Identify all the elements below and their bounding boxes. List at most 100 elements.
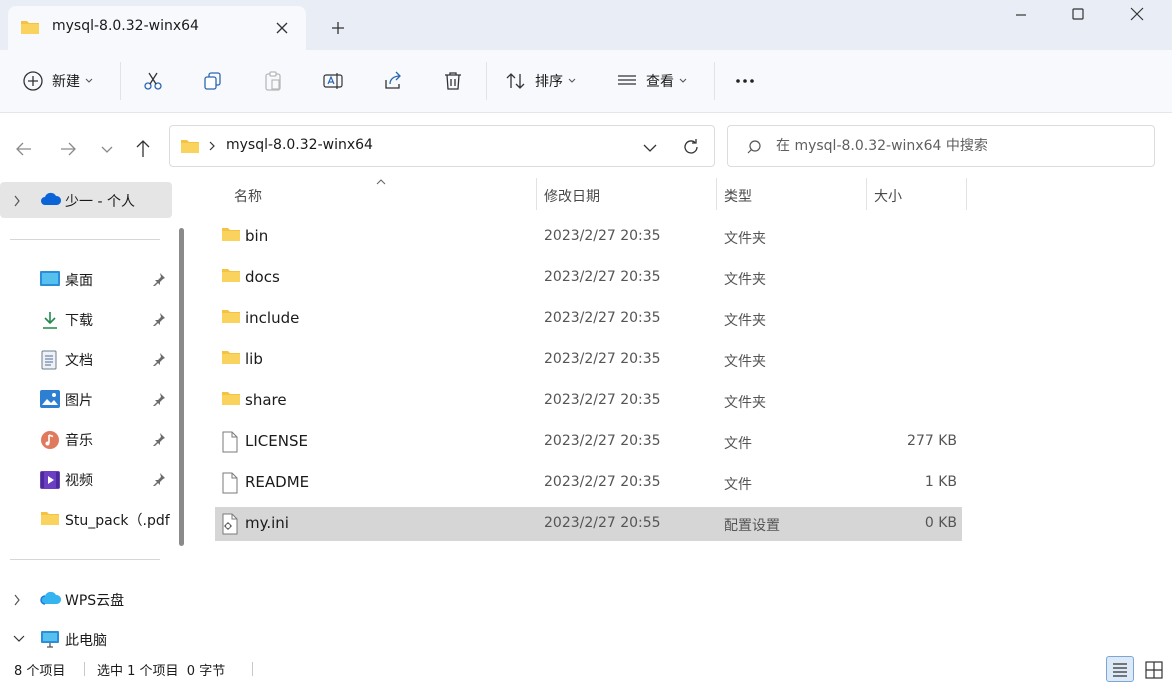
sidebar-item-music[interactable]: 音乐	[0, 421, 172, 457]
file-name: LICENSE	[245, 432, 308, 450]
computer-icon	[40, 630, 60, 648]
pin-icon[interactable]	[152, 312, 166, 326]
chevron-down-icon	[568, 78, 576, 84]
new-button[interactable]: 新建	[22, 64, 93, 98]
table-row[interactable]: bin 2023/2/27 20:35 文件夹	[215, 220, 962, 254]
chevron-down-icon	[679, 78, 687, 84]
view-lines-icon	[616, 70, 638, 92]
pin-icon[interactable]	[152, 432, 166, 446]
pin-icon[interactable]	[152, 352, 166, 366]
folder-icon	[40, 510, 60, 526]
folder-icon	[221, 308, 241, 324]
maximize-icon[interactable]	[1061, 4, 1095, 26]
sidebar-item-onedrive-personal[interactable]: 少一 - 个人	[0, 182, 172, 218]
sidebar-item-downloads[interactable]: 下载	[0, 301, 172, 337]
toolbar-divider	[120, 62, 121, 100]
sidebar-item-videos[interactable]: 视频	[0, 461, 172, 497]
search-icon	[746, 139, 762, 155]
table-row[interactable]: include 2023/2/27 20:35 文件夹	[215, 302, 962, 336]
sidebar-item-label: 图片	[65, 393, 93, 409]
table-row-selected[interactable]: my.ini 2023/2/27 20:55 配置设置 0 KB	[215, 507, 962, 541]
copy-button[interactable]	[202, 64, 224, 98]
file-date: 2023/2/27 20:55	[544, 515, 661, 531]
table-row[interactable]: README 2023/2/27 20:35 文件 1 KB	[215, 466, 962, 500]
search-box[interactable]	[727, 125, 1155, 167]
pin-icon[interactable]	[152, 272, 166, 286]
forward-arrow-icon[interactable]	[56, 137, 80, 161]
status-divider	[252, 662, 253, 676]
config-file-icon	[221, 513, 239, 535]
close-tab-icon[interactable]	[272, 18, 292, 38]
column-divider[interactable]	[966, 178, 967, 210]
toolbar-divider	[714, 62, 715, 100]
file-type: 文件夹	[724, 231, 766, 247]
table-row[interactable]: share 2023/2/27 20:35 文件夹	[215, 384, 962, 418]
copy-icon	[202, 70, 224, 92]
cut-button[interactable]	[142, 64, 164, 98]
refresh-icon[interactable]	[680, 136, 702, 158]
minimize-icon[interactable]	[1004, 4, 1038, 26]
file-type: 文件夹	[724, 313, 766, 329]
close-window-icon[interactable]	[1120, 4, 1154, 26]
column-divider[interactable]	[866, 178, 867, 210]
tiles-view-icon[interactable]	[1140, 656, 1168, 682]
share-icon	[382, 70, 404, 92]
table-row[interactable]: docs 2023/2/27 20:35 文件夹	[215, 261, 962, 295]
address-path[interactable]: mysql-8.0.32-winx64	[226, 137, 373, 153]
sidebar-item-desktop[interactable]: 桌面	[0, 261, 172, 297]
paste-button[interactable]	[262, 64, 284, 98]
sidebar-item-wps-cloud[interactable]: WPS云盘	[0, 581, 172, 617]
pin-icon[interactable]	[152, 392, 166, 406]
sidebar-item-this-pc[interactable]: 此电脑	[0, 621, 172, 657]
share-button[interactable]	[382, 64, 404, 98]
sidebar-scrollbar[interactable]	[179, 228, 184, 546]
sort-button-label: 排序	[535, 74, 563, 90]
chevron-right-icon[interactable]	[208, 140, 216, 152]
command-bar: 新建 排序 查看	[0, 50, 1172, 112]
new-tab-icon[interactable]	[326, 16, 350, 40]
column-header-name[interactable]: 名称	[234, 186, 262, 212]
column-header-size[interactable]: 大小	[874, 186, 902, 212]
column-header-date[interactable]: 修改日期	[544, 186, 600, 212]
back-arrow-icon[interactable]	[12, 137, 36, 161]
address-dropdown-icon[interactable]	[640, 138, 660, 158]
search-input[interactable]	[776, 135, 1136, 157]
chevron-right-icon[interactable]	[13, 195, 21, 207]
table-row[interactable]: lib 2023/2/27 20:35 文件夹	[215, 343, 962, 377]
file-date: 2023/2/27 20:35	[544, 433, 661, 449]
folder-icon	[221, 226, 241, 242]
more-options-button[interactable]	[734, 64, 756, 98]
toolbar-divider	[486, 62, 487, 100]
chevron-down-icon[interactable]	[13, 634, 25, 644]
address-bar[interactable]: mysql-8.0.32-winx64	[169, 125, 715, 167]
rename-icon	[322, 70, 344, 92]
column-header-type[interactable]: 类型	[724, 186, 752, 212]
plus-circle-icon	[22, 70, 44, 92]
delete-button[interactable]	[442, 64, 464, 98]
new-button-label: 新建	[52, 74, 80, 90]
table-row[interactable]: LICENSE 2023/2/27 20:35 文件 277 KB	[215, 425, 962, 459]
view-button[interactable]: 查看	[616, 64, 687, 98]
sidebar-item-pictures[interactable]: 图片	[0, 381, 172, 417]
music-icon	[40, 430, 60, 450]
pin-icon[interactable]	[152, 472, 166, 486]
file-type: 文件夹	[724, 395, 766, 411]
picture-icon	[40, 390, 60, 408]
column-divider[interactable]	[716, 178, 717, 210]
column-divider[interactable]	[536, 178, 537, 210]
chevron-right-icon[interactable]	[13, 594, 21, 606]
details-view-icon[interactable]	[1106, 656, 1134, 682]
sidebar-item-documents[interactable]: 文档	[0, 341, 172, 377]
file-date: 2023/2/27 20:35	[544, 351, 661, 367]
scissors-icon	[142, 70, 164, 92]
file-type: 文件	[724, 477, 752, 493]
tab-mysql[interactable]: mysql-8.0.32-winx64	[8, 6, 306, 50]
rename-button[interactable]	[322, 64, 344, 98]
file-name: bin	[245, 227, 269, 245]
file-name: README	[245, 473, 310, 491]
sidebar-item-stu-pack[interactable]: Stu_pack（.pdf	[0, 501, 172, 537]
recent-chevron-down-icon[interactable]	[96, 137, 120, 161]
up-arrow-icon[interactable]	[131, 137, 155, 161]
sort-button[interactable]: 排序	[505, 64, 576, 98]
sort-ascending-icon	[376, 178, 386, 186]
